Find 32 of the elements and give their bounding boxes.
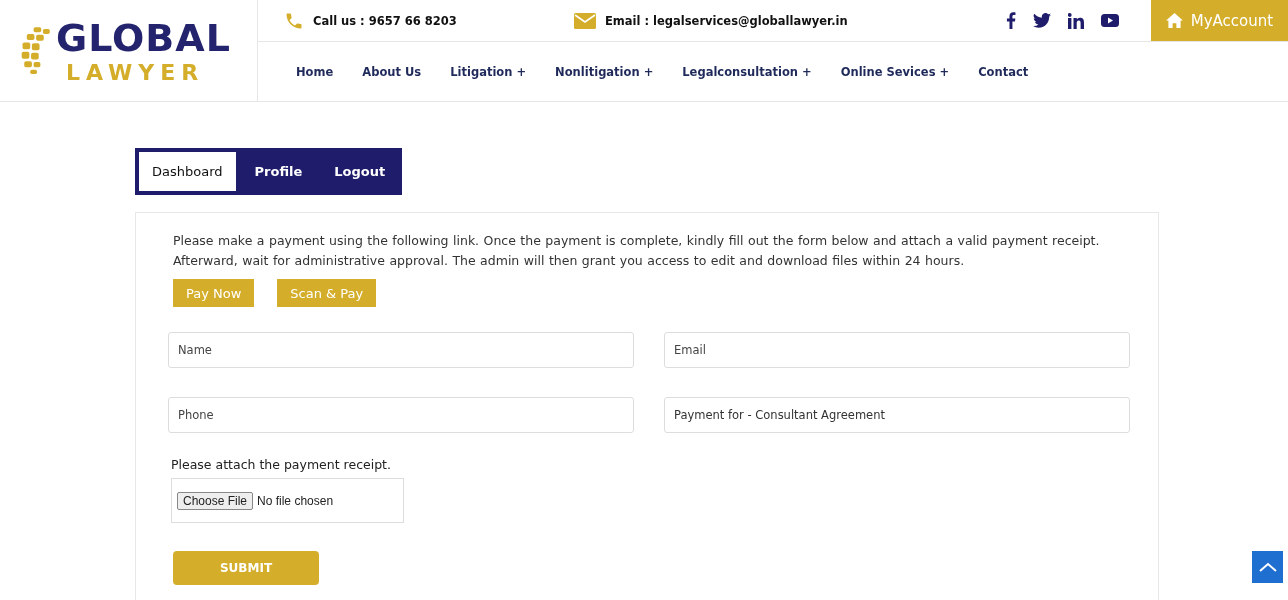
nav-link[interactable]: Online Sevices + [840, 64, 950, 79]
input-field[interactable]: Name [168, 332, 634, 368]
tab[interactable]: Profile [241, 152, 316, 191]
linkedin-icon[interactable] [1068, 12, 1084, 29]
nav-link[interactable]: About Us [362, 64, 422, 79]
tab[interactable]: Logout [321, 152, 399, 191]
envelope-icon [574, 12, 596, 29]
nav-link[interactable]: Legalconsultation + [682, 64, 812, 79]
choose-file-button[interactable]: Choose File [177, 491, 254, 510]
file-status: No file chosen [257, 493, 334, 508]
nav-link[interactable]: Contact [978, 64, 1029, 79]
chevron-up-icon [1258, 562, 1277, 572]
scroll-to-top-button[interactable] [1252, 551, 1283, 583]
phone-number: Call us : 9657 66 8203 [313, 13, 457, 28]
input-field[interactable]: Payment for - Consultant Agreement [664, 397, 1130, 433]
logo[interactable]: GLOBAL LAWYER [20, 16, 231, 85]
nav-link[interactable]: Nonlitigation + [555, 64, 654, 79]
youtube-icon[interactable] [1101, 14, 1119, 27]
nav-link[interactable]: Home [296, 64, 334, 79]
file-input[interactable]: Choose File No file chosen [171, 478, 404, 523]
home-icon [1165, 13, 1183, 28]
input-field[interactable]: Email [664, 332, 1130, 368]
logo-text: LAWYER [66, 60, 206, 85]
facebook-icon[interactable] [1006, 12, 1016, 29]
input-field[interactable]: Phone [168, 397, 634, 433]
logo-text: GLOBAL [56, 16, 231, 60]
twitter-icon[interactable] [1033, 13, 1051, 28]
nav-link[interactable]: Litigation + [450, 64, 527, 79]
instructions-text: Please make a payment using the following link. Once the payment is complete, kindly fill out the form below and attach a valid payment receipt. Afterward, wait for administrative approval. The admin will then grant you access to edit and download files within 24 hours. [173, 232, 1101, 270]
attach-label: Please attach the payment receipt. [171, 457, 392, 472]
tab[interactable]: Dashboard [139, 152, 236, 191]
email-address: Email : legalservices@globallawyer.in [605, 13, 848, 28]
